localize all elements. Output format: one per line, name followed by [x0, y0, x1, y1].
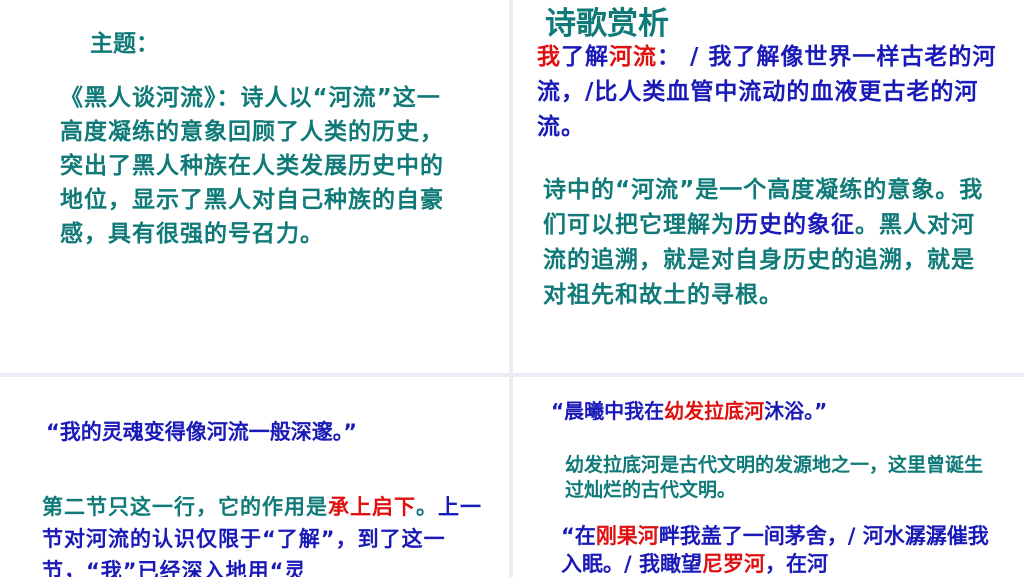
nile-name: 尼罗河: [701, 552, 765, 576]
note-highlight: 承上启下: [328, 495, 416, 519]
euphrates-note: 幼发拉底河是古代文明的发源地之一，这里曾诞生过灿烂的古代文明。: [565, 454, 984, 501]
quote-word-river: 河流: [609, 44, 657, 70]
appreciation-panel: 诗歌赏析 我了解河流： / 我了解像世界一样古老的河流，/比人类血管中流动的血液…: [513, 0, 1024, 373]
euphrates-name: 幼发拉底河: [664, 399, 765, 423]
congo-name: 刚果河: [595, 524, 659, 548]
analysis-text: 诗中的“河流”是一个高度凝练的意象。我们可以把它理解为历史的象征。黑人对河流的追…: [543, 173, 993, 313]
section-title: 诗歌赏析: [545, 6, 669, 42]
quote2-part-3: ，在河: [764, 552, 828, 576]
quote-word-i: 我: [537, 44, 561, 70]
second-stanza-panel: “我的灵魂变得像河流一般深邃。” 第二节只这一行，它的作用是承上启下。上一节对河…: [0, 377, 509, 577]
theme-body: 《黑人谈河流》：诗人以“河流”这一高度凝练的意象回顾了人类的历史，突出了黑人种族…: [60, 85, 444, 247]
poem-quote-1: 我了解河流： / 我了解像世界一样古老的河流，/比人类血管中流动的血液更古老的河…: [537, 40, 997, 145]
euphrates-quote: “晨曦中我在幼发拉底河沐浴。”: [551, 397, 827, 425]
rivers-panel: “晨曦中我在幼发拉底河沐浴。” 幼发拉底河是古代文明的发源地之一，这里曾诞生过灿…: [513, 377, 1024, 577]
stanza-quote: “我的灵魂变得像河流一般深邃。”: [46, 420, 358, 444]
quote-part-2: 沐浴。”: [764, 399, 828, 423]
analysis-highlight: 历史的象征: [735, 212, 855, 238]
quote2-part-1: “在: [561, 524, 596, 548]
theme-label: 主题：: [90, 31, 159, 57]
theme-panel: 主题： 《黑人谈河流》：诗人以“河流”这一高度凝练的意象回顾了人类的历史，突出了…: [0, 0, 509, 373]
note-part-3: 对河流的认识仅限于“了解”，到了这一节，“我”已经深入地用“灵: [42, 527, 446, 577]
quote-part-1: “晨曦中我在: [551, 399, 665, 423]
note-part-1: 第二节只这一行，它的作用是: [42, 495, 328, 519]
quote-word-know: 了解: [561, 44, 609, 70]
stanza-note: 第二节只这一行，它的作用是承上启下。上一节对河流的认识仅限于“了解”，到了这一节…: [42, 491, 502, 577]
congo-nile-quote: “在刚果河畔我盖了一间茅舍，/ 河水潺潺催我入眠。/ 我瞰望尼罗河，在河: [561, 522, 991, 577]
note-period: 。: [416, 495, 438, 519]
